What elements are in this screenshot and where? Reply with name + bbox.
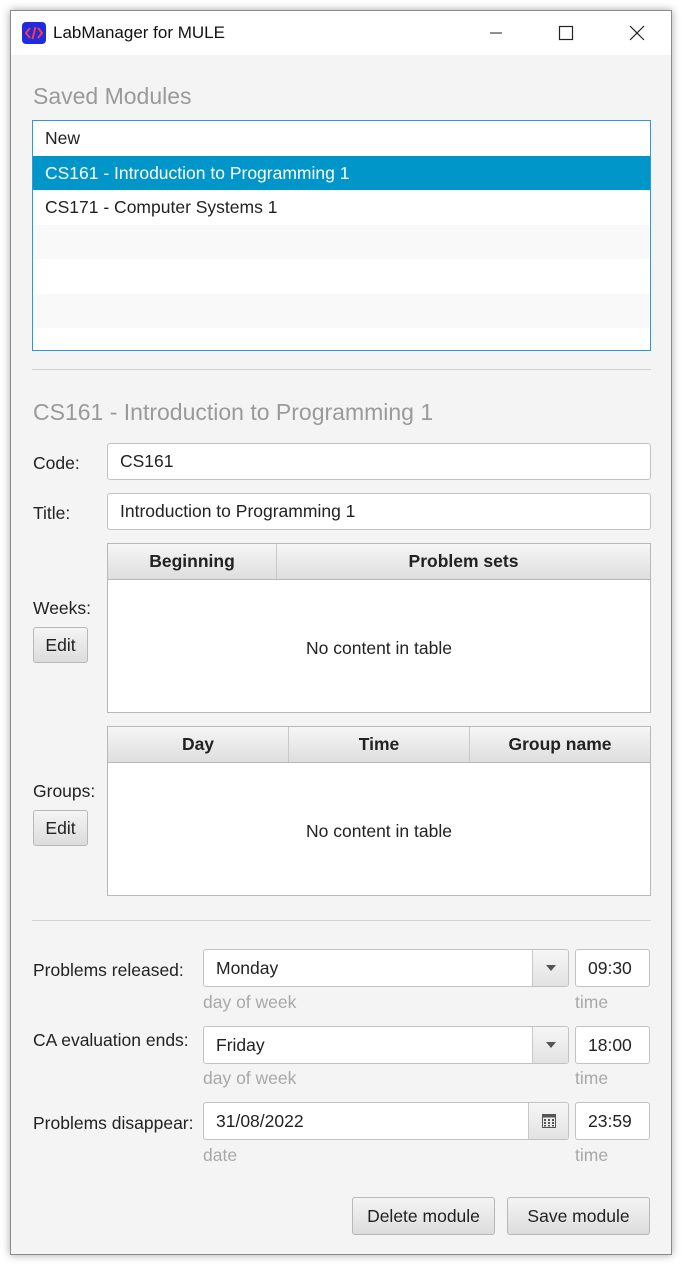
day-hint: day of week <box>203 992 297 1012</box>
problems-released-label: Problems released: <box>33 960 184 980</box>
column-header-problem-sets[interactable]: Problem sets <box>277 544 650 579</box>
chevron-down-icon[interactable] <box>532 950 568 986</box>
date-hint: date <box>203 1145 238 1165</box>
selected-date: 31/08/2022 <box>216 1110 304 1131</box>
column-header-time[interactable]: Time <box>289 727 470 762</box>
empty-list-row <box>33 224 650 259</box>
ca-evaluation-time-field[interactable]: 18:00 <box>575 1026 650 1064</box>
empty-list-row <box>33 259 650 294</box>
saved-modules-heading: Saved Modules <box>33 83 192 109</box>
module-heading: CS161 - Introduction to Programming 1 <box>33 399 434 425</box>
calendar-icon[interactable] <box>528 1103 568 1139</box>
column-header-beginning[interactable]: Beginning <box>108 544 277 579</box>
code-label: Code: <box>33 453 80 473</box>
maximize-icon <box>558 25 574 41</box>
problems-released-time-field[interactable]: 09:30 <box>575 949 650 987</box>
title-bar: LabManager for MULE <box>11 11 671 55</box>
delete-module-button[interactable]: Delete module <box>352 1197 495 1235</box>
code-brackets-icon <box>22 22 46 44</box>
chevron-down-icon[interactable] <box>532 1027 568 1063</box>
weeks-table-header: Beginning Problem sets <box>108 544 650 580</box>
close-button[interactable] <box>602 11 671 55</box>
selected-day: Monday <box>216 957 279 978</box>
close-icon <box>629 25 645 41</box>
groups-empty-message: No content in table <box>306 821 452 841</box>
app-window: LabManager for MULE Saved Modules New CS… <box>10 10 672 1255</box>
groups-edit-button[interactable]: Edit <box>33 810 88 846</box>
problems-disappear-time-field[interactable]: 23:59 <box>575 1102 650 1140</box>
title-field[interactable]: Introduction to Programming 1 <box>107 493 651 530</box>
title-label: Title: <box>33 503 71 523</box>
weeks-label: Weeks: <box>33 598 92 618</box>
divider <box>32 369 651 370</box>
weeks-edit-button[interactable]: Edit <box>33 627 88 663</box>
column-header-day[interactable]: Day <box>108 727 289 762</box>
groups-table[interactable]: Day Time Group name No content in table <box>107 726 651 896</box>
minimize-button[interactable] <box>461 11 531 55</box>
saved-modules-list[interactable]: New CS161 - Introduction to Programming … <box>32 120 651 351</box>
list-item[interactable]: CS171 - Computer Systems 1 <box>33 190 650 225</box>
empty-list-row <box>33 293 650 328</box>
minimize-icon <box>490 32 502 34</box>
problems-disappear-label: Problems disappear: <box>33 1113 194 1133</box>
time-hint: time <box>575 1068 609 1088</box>
ca-evaluation-ends-label: CA evaluation ends: <box>33 1030 189 1050</box>
list-item[interactable]: CS161 - Introduction to Programming 1 <box>33 155 650 190</box>
problems-released-day-select[interactable]: Monday <box>203 949 569 987</box>
problems-disappear-date-picker[interactable]: 31/08/2022 <box>203 1102 569 1140</box>
time-hint: time <box>575 992 609 1012</box>
time-hint: time <box>575 1145 609 1165</box>
column-header-group-name[interactable]: Group name <box>470 727 650 762</box>
list-item[interactable]: New <box>33 121 650 156</box>
selected-day: Friday <box>216 1034 265 1055</box>
maximize-button[interactable] <box>531 11 601 55</box>
groups-label: Groups: <box>33 781 96 801</box>
groups-table-header: Day Time Group name <box>108 727 650 763</box>
day-hint: day of week <box>203 1068 297 1088</box>
ca-evaluation-day-select[interactable]: Friday <box>203 1026 569 1064</box>
weeks-empty-message: No content in table <box>306 638 452 658</box>
weeks-table[interactable]: Beginning Problem sets No content in tab… <box>107 543 651 713</box>
code-field[interactable]: CS161 <box>107 443 651 480</box>
save-module-button[interactable]: Save module <box>507 1197 650 1235</box>
divider <box>32 920 651 921</box>
window-title: LabManager for MULE <box>53 23 225 42</box>
